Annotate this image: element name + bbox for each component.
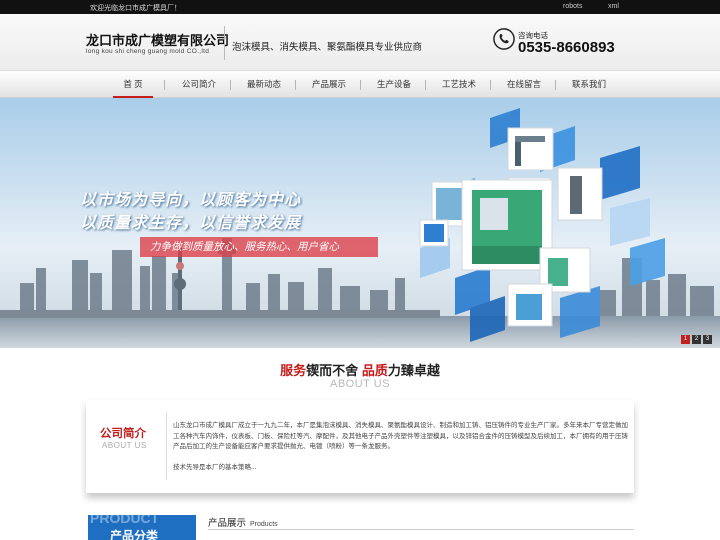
products-divider <box>208 529 634 530</box>
nav-technology[interactable]: 工艺技术 <box>436 71 482 98</box>
nav-message[interactable]: 在线留言 <box>501 71 547 98</box>
motto-subtitle: ABOUT US <box>329 378 391 390</box>
nav-separator <box>230 80 231 90</box>
banner-page-3[interactable]: 3 <box>703 335 712 344</box>
nav-separator <box>360 80 361 90</box>
about-panel: 公司简介 ABOUT US 山东龙口市成广模具厂成立于一九九二年，本厂是集泡沫模… <box>86 400 634 493</box>
phone-number: 0535-8660893 <box>518 39 615 56</box>
products-title: 产品展示 <box>208 518 247 529</box>
motto-text-2: 力臻卓越 <box>387 363 440 378</box>
nav-home[interactable]: 首 页 <box>113 71 153 98</box>
company-name[interactable]: 龙口市成广模塑有限公司 <box>86 30 229 49</box>
nav-separator <box>164 80 165 90</box>
banner-tagline: 力争做到质量放心、服务热心、用户省心 <box>140 237 378 257</box>
nav-separator <box>295 80 296 90</box>
nav-equipment[interactable]: 生产设备 <box>371 71 417 98</box>
product-category-title: 产品分类 <box>110 529 159 540</box>
product-category-box[interactable]: PRODUCT 产品分类 <box>88 515 196 540</box>
nav-separator <box>425 80 426 90</box>
products-title-en: Products <box>250 521 278 528</box>
site-header: 龙口市成广模塑有限公司 long kou shi cheng guang mol… <box>0 14 720 70</box>
banner-headline-2: 以质量求生存，以信誉求发展 <box>80 215 302 232</box>
nav-news[interactable]: 最新动态 <box>241 71 287 98</box>
header-slogan: 泡沫模具、消失模具、聚氨酯模具专业供应商 <box>232 42 423 53</box>
motto-red-2: 品质 <box>361 363 388 378</box>
about-subtitle: ABOUT US <box>102 441 147 450</box>
welcome-text: 欢迎光临龙口市成广模具厂！ <box>90 5 181 12</box>
motto-text-1: 锲而不舍 <box>306 363 359 378</box>
header-divider <box>224 26 225 60</box>
company-name-en: long kou shi cheng guang mold CO.,ltd <box>86 48 210 55</box>
banner-pager: 123 <box>679 327 712 345</box>
nav-contact[interactable]: 联系我们 <box>566 71 612 98</box>
nav-about[interactable]: 公司简介 <box>176 71 222 98</box>
motto-red-1: 服务 <box>280 363 307 378</box>
xml-link[interactable]: xml <box>608 3 619 10</box>
main-nav: 首 页 公司简介 最新动态 产品展示 生产设备 工艺技术 在线留言 联系我们 <box>0 70 720 98</box>
section-motto: 服务锲而不舍 品质力臻卓越 <box>0 360 720 379</box>
phone-icon <box>493 28 515 50</box>
products-heading: 产品展示 Products <box>208 515 278 529</box>
nav-products[interactable]: 产品展示 <box>306 71 352 98</box>
about-text: 山东龙口市成广模具厂成立于一九九二年，本厂是集泡沫模具、消失模具、聚氨酯模具设计… <box>173 422 628 450</box>
about-divider <box>166 412 167 480</box>
hero-banner[interactable]: 以市场为导向，以顾客为中心 以质量求生存，以信誉求发展 力争做到质量放心、服务热… <box>0 98 720 348</box>
robots-link[interactable]: robots <box>563 3 582 10</box>
banner-headline-1: 以市场为导向，以顾客为中心 <box>80 192 302 209</box>
about-more-link[interactable]: 技术先导是本厂的基本策略... <box>173 461 256 471</box>
nav-separator <box>555 80 556 90</box>
nav-separator <box>490 80 491 90</box>
banner-page-2[interactable]: 2 <box>692 335 701 344</box>
product-category-en: PRODUCT <box>90 515 160 526</box>
banner-page-1[interactable]: 1 <box>681 335 690 344</box>
top-bar: 欢迎光临龙口市成广模具厂！ robots xml <box>0 0 720 14</box>
about-title: 公司简介 <box>100 428 146 440</box>
